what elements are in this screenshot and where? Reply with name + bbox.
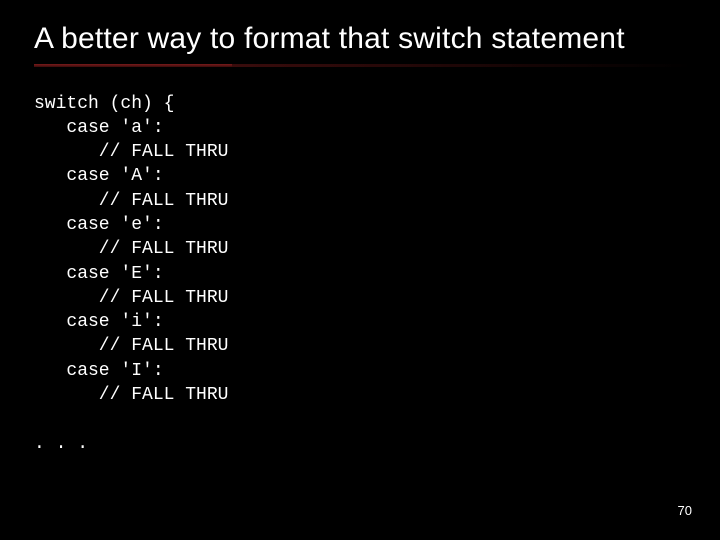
code-line: // FALL THRU <box>34 385 228 405</box>
slide: A better way to format that switch state… <box>0 0 720 540</box>
title-underline <box>34 64 686 68</box>
code-line: // FALL THRU <box>34 191 228 211</box>
code-line: // FALL THRU <box>34 142 228 162</box>
code-line: case 'E': <box>34 264 164 284</box>
code-line: // FALL THRU <box>34 288 228 308</box>
code-line: case 'A': <box>34 166 164 186</box>
code-line: switch (ch) { <box>34 94 174 114</box>
page-number: 70 <box>678 503 692 518</box>
code-line: case 'e': <box>34 215 164 235</box>
code-line: // FALL THRU <box>34 336 228 356</box>
code-line: // FALL THRU <box>34 239 228 259</box>
code-line: case 'i': <box>34 312 164 332</box>
code-line: case 'a': <box>34 118 164 138</box>
code-block: switch (ch) { case 'a': // FALL THRU cas… <box>34 92 686 456</box>
code-line: . . . <box>34 434 88 454</box>
code-line: case 'I': <box>34 361 164 381</box>
underline-fade <box>232 64 692 67</box>
slide-title: A better way to format that switch state… <box>34 20 686 58</box>
underline-solid <box>34 64 232 67</box>
